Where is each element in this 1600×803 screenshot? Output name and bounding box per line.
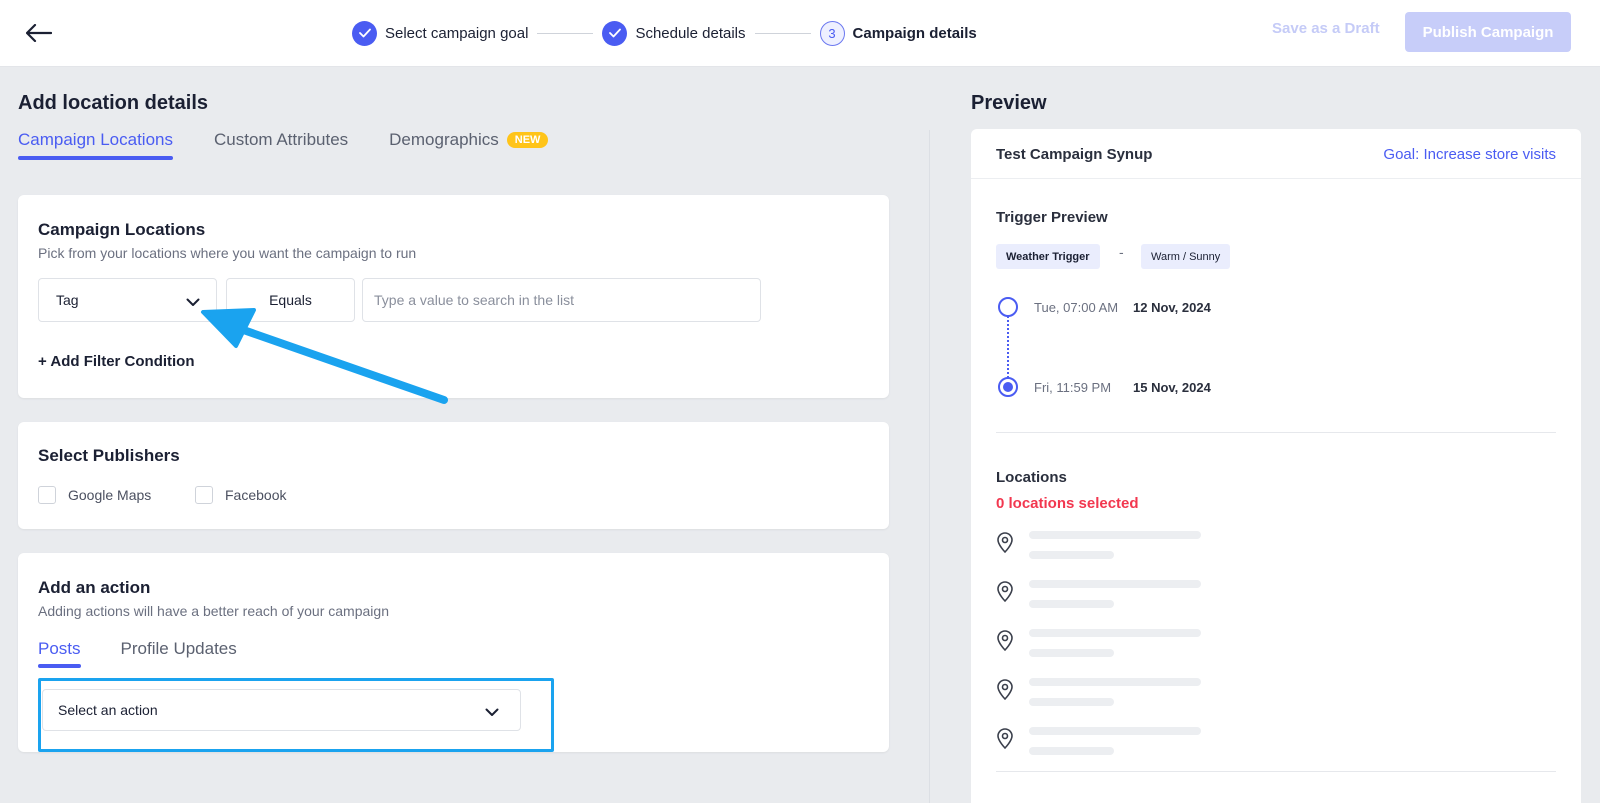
tab-label: Custom Attributes [213,130,349,149]
location-placeholder-row [996,627,1296,657]
location-placeholder-row [996,578,1296,608]
tab-profile-updates[interactable]: Profile Updates [121,639,237,668]
timeline-start-date: 12 Nov, 2024 [1133,300,1211,315]
skeleton-line [1029,649,1114,657]
card-subtitle: Adding actions will have a better reach … [38,603,389,619]
checkbox-label: Facebook [225,487,287,503]
new-badge: NEW [506,132,549,148]
tab-label: Campaign Locations [18,130,173,149]
add-action-card: Add an action Adding actions will have a… [18,553,889,752]
preview-title: Preview [971,92,1047,114]
publisher-google-maps[interactable]: Google Maps [38,486,151,504]
action-select[interactable]: Select an action [42,689,521,731]
card-title: Add an action [38,578,151,597]
step-label: Campaign details [852,24,977,42]
locations-label: Locations [996,469,1067,486]
skeleton-line [1029,580,1201,588]
action-select-value: Select an action [58,702,158,718]
step-schedule-details[interactable]: Schedule details [602,20,746,46]
operator-value: Equals [269,292,312,308]
step-label: Select campaign goal [385,24,529,42]
step-connector [537,32,594,34]
page-title: Add location details [18,92,209,114]
locations-count: 0 locations selected [996,495,1139,512]
skeleton-line [1029,698,1114,706]
check-icon [352,20,377,46]
card-subtitle: Pick from your locations where you want … [38,245,417,261]
location-search-input[interactable] [362,278,761,322]
add-filter-condition-button[interactable]: + Add Filter Condition [38,353,195,370]
skeleton-line [1029,531,1201,539]
map-pin-icon [996,531,1014,558]
trigger-value-chip: Warm / Sunny [1141,244,1231,269]
skeleton-line [1029,551,1114,559]
skeleton-line [1029,747,1114,755]
back-arrow-icon[interactable] [22,16,56,50]
chevron-down-icon [186,294,200,310]
trigger-preview-label: Trigger Preview [996,209,1108,226]
step-campaign-details[interactable]: 3 Campaign details [819,20,977,46]
map-pin-icon [996,678,1014,705]
skeleton-line [1029,678,1201,686]
save-draft-button[interactable]: Save as a Draft [1272,20,1380,37]
map-pin-icon [996,629,1014,656]
section-divider [996,432,1556,433]
action-tabs: Posts Profile Updates [38,639,277,668]
preview-header: Test Campaign Synup Goal: Increase store… [971,129,1581,179]
filter-field-value: Tag [56,292,79,308]
checkbox[interactable] [38,486,56,504]
location-tabs: Campaign Locations Custom Attributes Dem… [18,130,589,160]
card-title: Select Publishers [38,446,180,465]
chevron-down-icon [485,704,499,720]
tab-campaign-locations[interactable]: Campaign Locations [18,130,173,160]
checkbox-label: Google Maps [68,487,152,503]
panel-divider [929,130,930,803]
timeline-end-time: Fri, 11:59 PM [1034,380,1112,395]
stepper: Select campaign goal Schedule details 3 … [352,19,977,47]
operator-select[interactable]: Equals [226,278,355,322]
timeline-start-time: Tue, 07:00 AM [1034,300,1119,315]
checkbox[interactable] [195,486,213,504]
step-connector [754,32,811,34]
tab-posts[interactable]: Posts [38,639,81,668]
publishers-card: Select Publishers Google Maps Facebook [18,422,889,529]
skeleton-line [1029,629,1201,637]
map-pin-icon [996,580,1014,607]
location-placeholder-row [996,529,1296,559]
timeline-start-dot [998,297,1018,317]
skeleton-line [1029,600,1114,608]
step-label: Schedule details [635,24,746,42]
top-bar: Select campaign goal Schedule details 3 … [0,0,1600,67]
timeline-end-dot [998,377,1018,397]
chip-separator: - [1119,244,1124,260]
filter-field-select[interactable]: Tag [38,278,217,322]
tab-label: Demographics [389,130,499,149]
preview-card: Test Campaign Synup Goal: Increase store… [971,129,1581,803]
publish-campaign-button[interactable]: Publish Campaign [1405,12,1571,52]
tab-custom-attributes[interactable]: Custom Attributes [214,130,348,160]
timeline-end-date: 15 Nov, 2024 [1133,380,1211,395]
card-title: Campaign Locations [38,220,206,239]
skeleton-line [1029,727,1201,735]
map-pin-icon [996,727,1014,754]
tab-demographics[interactable]: Demographics NEW [389,130,549,160]
publisher-facebook[interactable]: Facebook [195,486,286,504]
check-icon [602,20,628,46]
campaign-locations-card: Campaign Locations Pick from your locati… [18,195,889,398]
goal-link[interactable]: Goal: Increase store visits [1383,146,1556,163]
campaign-name: Test Campaign Synup [996,146,1153,163]
timeline-connector [1007,316,1009,378]
step-select-goal[interactable]: Select campaign goal [352,20,529,46]
location-placeholder-row [996,725,1296,755]
section-divider [996,771,1556,772]
step-number: 3 [819,20,845,46]
location-placeholder-row [996,676,1296,706]
weather-trigger-chip: Weather Trigger [996,244,1100,269]
